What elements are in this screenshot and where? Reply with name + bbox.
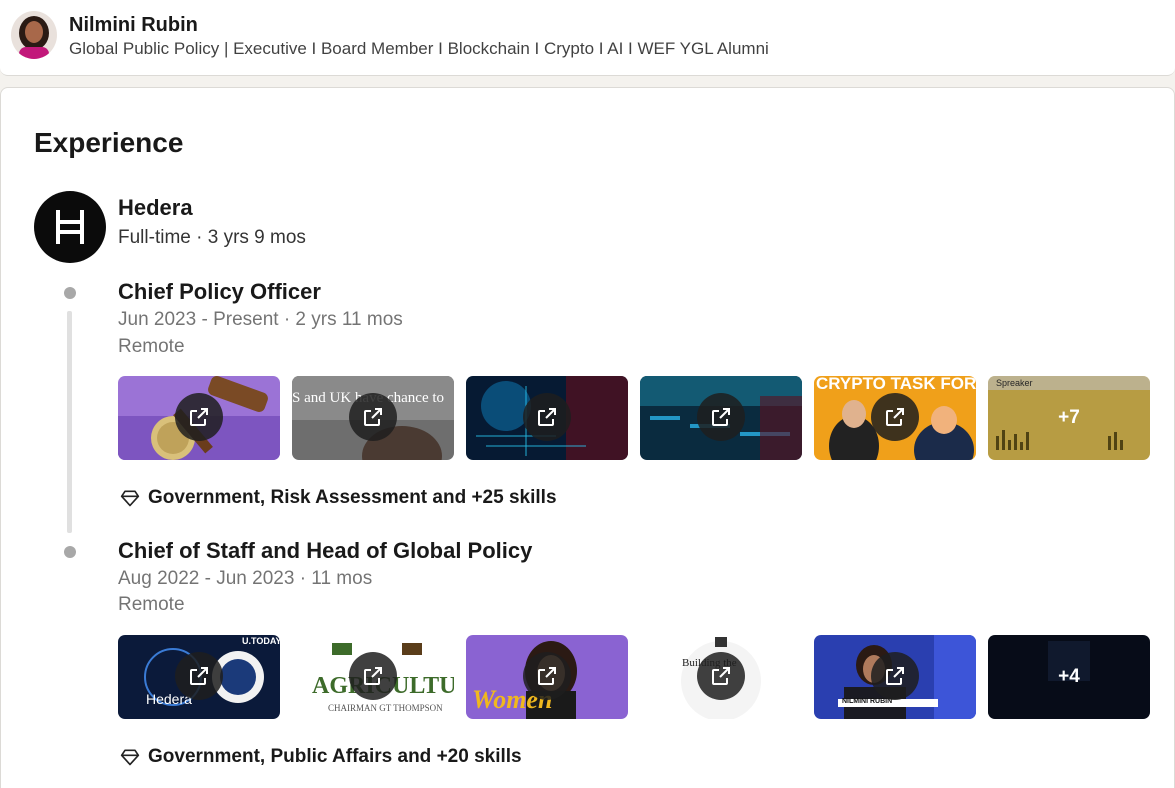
role-title[interactable]: Chief Policy Officer <box>118 279 321 305</box>
skills-summary[interactable]: Government, Risk Assessment and +25 skil… <box>120 487 557 509</box>
skills-text: Government, Public Affairs and +20 skill… <box>148 746 522 767</box>
skills-text: Government, Risk Assessment and +25 skil… <box>148 487 557 508</box>
media-thumbnail[interactable]: AGRICULTURE CHAIRMAN GT THOMPSON <box>292 635 454 719</box>
media-thumbnail[interactable] <box>466 376 628 460</box>
thumbnail-subcaption: CHAIRMAN GT THOMPSON <box>328 703 443 713</box>
media-thumbnail[interactable]: Women <box>466 635 628 719</box>
diamond-icon <box>120 490 140 507</box>
media-thumbnail[interactable]: S and UK have chance to <box>292 376 454 460</box>
role-dates: Jun 2023 - Present · 2 yrs 11 mos <box>118 309 403 330</box>
thumbnail-brand: U.TODAY <box>242 636 280 646</box>
company-name[interactable]: Hedera <box>118 195 193 221</box>
external-link-icon[interactable] <box>871 652 919 700</box>
external-link-icon[interactable] <box>523 393 571 441</box>
thumbnail-caption: CRYPTO TASK FORCE! <box>816 376 976 393</box>
timeline-dot <box>64 287 76 299</box>
media-thumbnail[interactable]: Building the <box>640 635 802 719</box>
external-link-icon[interactable] <box>697 393 745 441</box>
media-thumbnail[interactable] <box>640 376 802 460</box>
media-thumbnail[interactable]: U.TODAY Hedera <box>118 635 280 719</box>
section-title: Experience <box>34 127 184 158</box>
external-link-icon[interactable] <box>871 393 919 441</box>
external-link-icon[interactable] <box>697 652 745 700</box>
more-media-count[interactable]: +4 <box>988 635 1150 719</box>
media-row: U.TODAY Hedera AGRICULTURE CHAIRMAN GT T… <box>118 635 1158 719</box>
external-link-icon[interactable] <box>523 652 571 700</box>
timeline-line <box>67 311 72 533</box>
role-title[interactable]: Chief of Staff and Head of Global Policy <box>118 538 532 564</box>
profile-avatar[interactable] <box>11 11 57 59</box>
media-thumbnail[interactable]: CRYPTO TASK FORCE! <box>814 376 976 460</box>
external-link-icon[interactable] <box>175 652 223 700</box>
external-link-icon[interactable] <box>175 393 223 441</box>
skills-summary[interactable]: Government, Public Affairs and +20 skill… <box>120 746 522 768</box>
media-thumbnail[interactable] <box>118 376 280 460</box>
media-thumbnail-more[interactable]: Spreaker +7 <box>988 376 1150 460</box>
thumbnail-caption: NILMINI RUBIN <box>842 698 893 705</box>
company-meta: Full-time · 3 yrs 9 mos <box>118 227 306 248</box>
more-media-count[interactable]: +7 <box>988 376 1150 460</box>
media-thumbnail-more[interactable]: +4 <box>988 635 1150 719</box>
hedera-logo-icon[interactable] <box>34 191 106 263</box>
external-link-icon[interactable] <box>349 393 397 441</box>
media-thumbnail[interactable]: NILMINI RUBIN <box>814 635 976 719</box>
timeline-dot <box>64 546 76 558</box>
diamond-icon <box>120 749 140 766</box>
external-link-icon[interactable] <box>349 652 397 700</box>
profile-name[interactable]: Nilmini Rubin <box>69 14 198 37</box>
media-row: S and UK have chance to <box>118 376 1158 460</box>
role-location: Remote <box>118 336 185 357</box>
role-location: Remote <box>118 594 185 615</box>
profile-top-bar: Nilmini Rubin Global Public Policy | Exe… <box>0 0 1175 76</box>
role-dates: Aug 2022 - Jun 2023 · 11 mos <box>118 568 373 589</box>
profile-headline: Global Public Policy | Executive I Board… <box>69 39 769 58</box>
